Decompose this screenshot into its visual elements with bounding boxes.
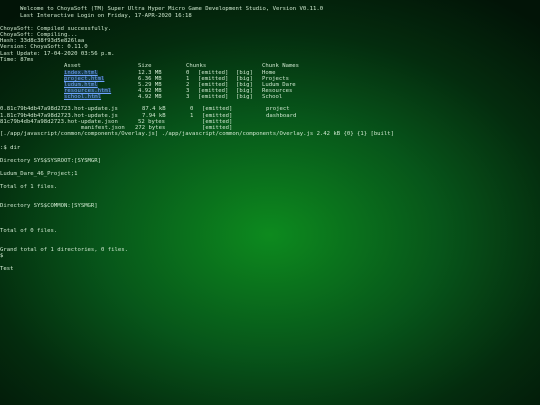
terminal-window[interactable]: Welcome to ChoyaSoft (TM) Super Ultra Hy… (0, 0, 540, 405)
asset-chunk: 3 (186, 94, 190, 100)
asset-status: [emitted] (198, 94, 229, 100)
size-header: Size (138, 63, 152, 69)
hot-update-status: [emitted] (202, 106, 233, 112)
hot-update-file: 0.81c79b4db47a98d2723.hot-update.js (0, 106, 118, 112)
grand-total-line: Grand total of 1 directories, 0 files. (0, 247, 128, 253)
chunks-header: Chunks (186, 63, 207, 69)
hot-update-chunk: 0 (190, 106, 194, 112)
directory-header: Directory SYS$COMMON:[SYSMGR] (0, 203, 98, 209)
hot-update-name: dashboard (266, 113, 297, 119)
file-entry: Ludum_Dare_46_Project;1 (0, 171, 78, 177)
version-line: Version: ChoyaSoft: 0.11.0 (0, 44, 88, 50)
asset-header: Asset (64, 63, 81, 69)
directory-header: Directory SYS$SYSROOT:[SYSMGR] (0, 158, 102, 164)
time-line: Time: 87ms (0, 57, 34, 63)
asset-chunk-name: School (262, 94, 283, 100)
hot-update-size: 87.4 kB (142, 106, 166, 112)
asset-link[interactable]: school.html (64, 94, 102, 101)
hot-update-chunk: 1 (190, 113, 194, 119)
asset-tag: [big] (236, 94, 253, 100)
last-login-line: Last Interactive Login on Friday, 17-APR… (20, 13, 192, 19)
total-files-line: Total of 1 files. (0, 184, 58, 190)
typed-input[interactable]: Test (0, 266, 13, 272)
asset-size: 4.92 MB (138, 94, 162, 100)
dir-command: :$ dir (0, 145, 21, 151)
total-files-line: Total of 0 files. (0, 228, 58, 234)
hot-update-name: project (266, 106, 290, 112)
chunk-names-header: Chunk Names (262, 63, 300, 69)
welcome-banner: Welcome to ChoyaSoft (TM) Super Ultra Hy… (20, 6, 324, 12)
command-prompt[interactable]: $ (0, 253, 3, 259)
overlay-build-line: [./app/javascript/common/components/Over… (0, 131, 395, 137)
